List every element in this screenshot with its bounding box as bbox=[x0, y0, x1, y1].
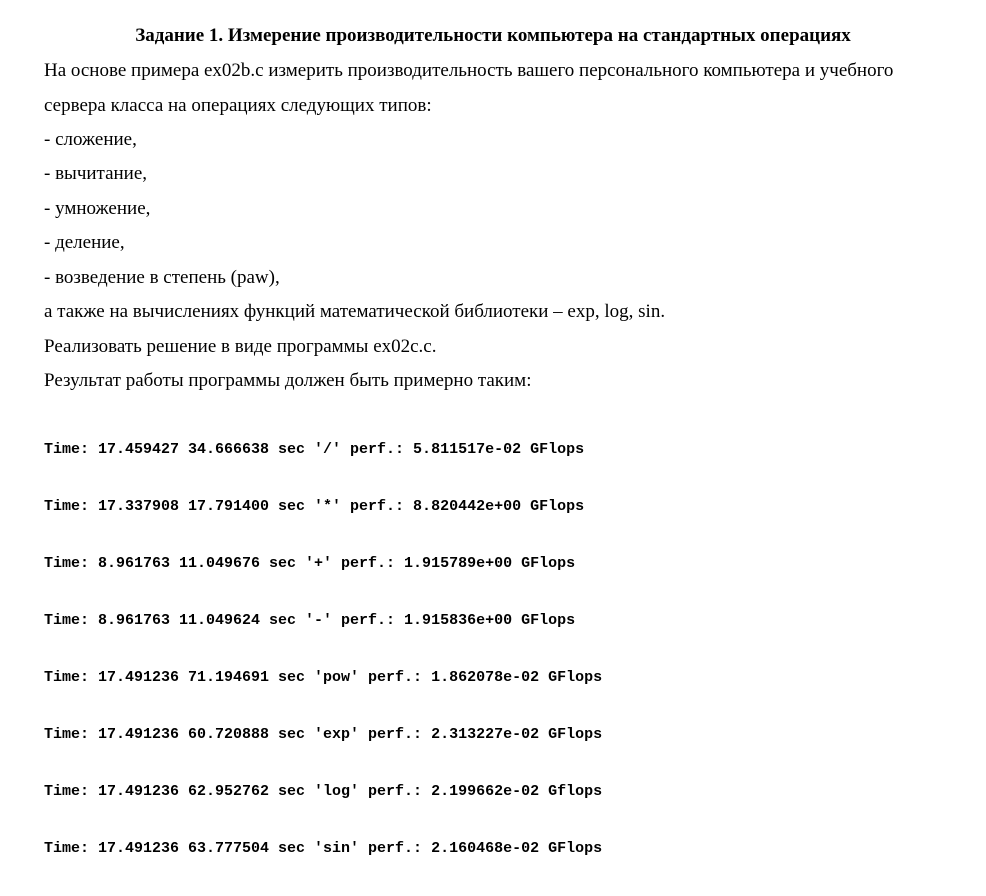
task-paragraph: сервера класса на операциях следующих ти… bbox=[44, 95, 432, 116]
output-line: Time: 17.459427 34.666638 sec '/' perf.:… bbox=[44, 441, 585, 458]
task-paragraph: Результат работы программы должен быть п… bbox=[44, 370, 532, 391]
output-line: Time: 17.491236 62.952762 sec 'log' perf… bbox=[44, 783, 603, 800]
output-line: Time: 17.337908 17.791400 sec '*' perf.:… bbox=[44, 498, 585, 515]
output-line: Time: 8.961763 11.049676 sec '+' perf.: … bbox=[44, 555, 576, 572]
program-output-block: Time: 17.459427 34.666638 sec '/' perf.:… bbox=[44, 402, 602, 896]
list-item-division: - деление, bbox=[44, 232, 125, 253]
task-paragraph: Реализовать решение в виде программы ex0… bbox=[44, 336, 437, 357]
list-item-multiplication: - умножение, bbox=[44, 198, 151, 219]
task-paragraph: На основе примера ex02b.c измерить произ… bbox=[44, 60, 894, 81]
task-title: Задание 1. Измерение производительности … bbox=[135, 25, 851, 46]
output-line: Time: 17.491236 60.720888 sec 'exp' perf… bbox=[44, 726, 603, 743]
list-item-power: - возведение в степень (paw), bbox=[44, 267, 280, 288]
task-paragraph: а также на вычислениях функций математич… bbox=[44, 301, 666, 322]
document-page: Задание 1. Измерение производительности … bbox=[0, 0, 986, 857]
output-line: Time: 17.491236 63.777504 sec 'sin' perf… bbox=[44, 840, 603, 857]
output-line: Time: 17.491236 71.194691 sec 'pow' perf… bbox=[44, 669, 603, 686]
list-item-subtraction: - вычитание, bbox=[44, 163, 148, 184]
output-line: Time: 8.961763 11.049624 sec '-' perf.: … bbox=[44, 612, 576, 629]
list-item-addition: - сложение, bbox=[44, 129, 137, 150]
